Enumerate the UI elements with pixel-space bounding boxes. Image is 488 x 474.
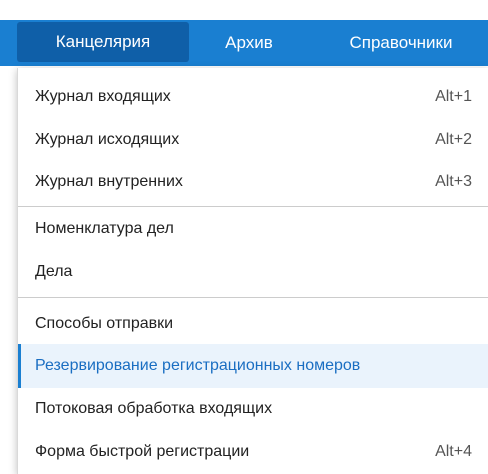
menu-item-label: Журнал входящих — [35, 88, 171, 105]
menu-item-nomenclature[interactable]: Номенклатура дел — [18, 207, 488, 251]
menu-spravochniki[interactable]: Справочники — [326, 20, 476, 66]
menu-item-number-reservation[interactable]: Резервирование регистрационных номеров — [18, 344, 488, 388]
menu-item-label: Номенклатура дел — [35, 220, 174, 237]
menu-item-label: Журнал исходящих — [35, 131, 180, 148]
menu-divider — [18, 297, 488, 298]
menu-item-cases[interactable]: Дела — [18, 250, 488, 294]
shortcut-label: Alt+3 — [435, 173, 472, 190]
menu-item-label: Форма быстрой регистрации — [35, 443, 250, 460]
menu-item-internal-journal[interactable]: Журнал внутренних Alt+3 — [18, 160, 488, 204]
shortcut-label: Alt+2 — [435, 131, 472, 148]
menu-item-stream-processing[interactable]: Потоковая обработка входящих — [18, 387, 488, 431]
menu-item-incoming-journal[interactable]: Журнал входящих Alt+1 — [18, 75, 488, 119]
kantselyariya-dropdown: Журнал входящих Alt+1 Журнал исходящих A… — [17, 68, 488, 474]
menu-arkhiv[interactable]: Архив — [204, 20, 294, 66]
menu-item-label: Способы отправки — [35, 315, 174, 332]
menu-item-label: Потоковая обработка входящих — [35, 400, 273, 417]
menu-item-quick-registration[interactable]: Форма быстрой регистрации Alt+4 — [18, 430, 488, 474]
menu-item-sending-methods[interactable]: Способы отправки — [18, 302, 488, 346]
menu-item-label: Резервирование регистрационных номеров — [35, 357, 361, 374]
menu-kantselyariya[interactable]: Канцелярия — [17, 22, 189, 62]
shortcut-label: Alt+4 — [435, 443, 472, 460]
menu-item-label: Журнал внутренних — [35, 173, 183, 190]
shortcut-label: Alt+1 — [435, 88, 472, 105]
main-menubar: Канцелярия Архив Справочники — [0, 20, 488, 66]
menu-item-outgoing-journal[interactable]: Журнал исходящих Alt+2 — [18, 118, 488, 162]
menu-item-label: Дела — [35, 263, 73, 280]
